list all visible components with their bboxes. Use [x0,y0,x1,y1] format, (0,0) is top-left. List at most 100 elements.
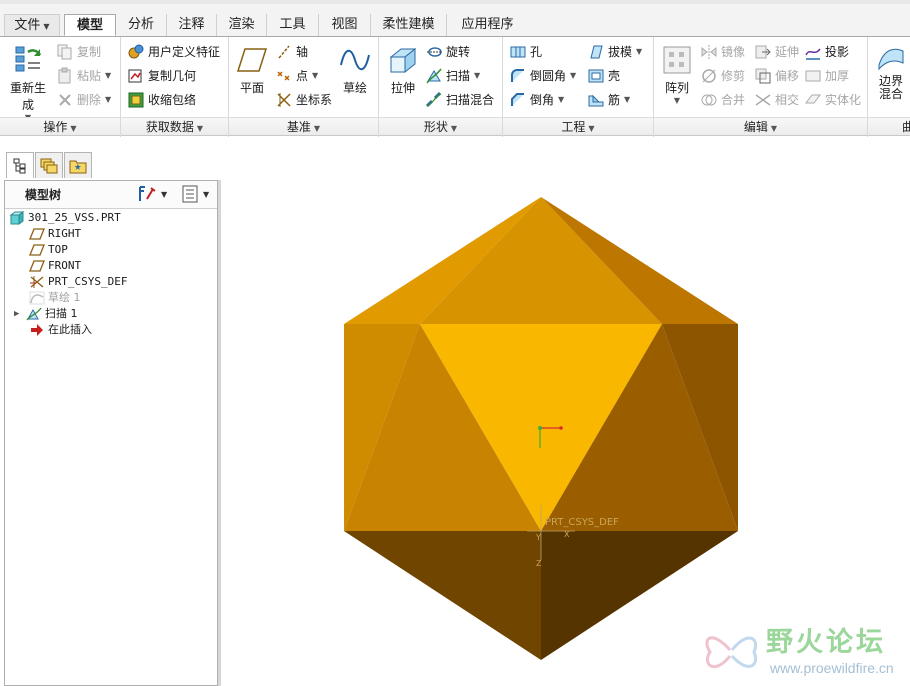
shrinkwrap-icon [128,92,144,108]
chevron-down-icon: ▼ [161,189,168,199]
rib-button[interactable]: 筋 ▼ [587,89,630,111]
navigator-tabs [0,137,220,181]
tree-item-right[interactable]: RIGHT [29,226,81,242]
boundary-blend-button[interactable]: 边界混合 [872,43,910,101]
chevron-down-icon: ▼ [474,71,481,80]
tree-item-label: RIGHT [48,227,82,240]
butterfly-logo-icon [705,636,757,669]
shell-button[interactable]: 壳 [587,65,620,87]
axis-button[interactable]: 轴 [275,41,308,63]
solidify-icon [805,94,821,104]
copy-geometry-icon [128,69,142,83]
group-datum-label[interactable]: 基准 ▼ [229,117,378,135]
draft-label: 拔模 [608,45,633,59]
group-editing-label[interactable]: 编辑 ▼ [654,117,867,135]
shrinkwrap-button[interactable]: 收缩包络 [127,89,196,111]
revolve-icon [427,47,442,57]
tab-favorites[interactable] [64,152,92,178]
tab-file[interactable]: 文件 ▼ [4,14,60,36]
tab-model[interactable]: 模型 [64,14,116,36]
udf-button[interactable]: 用户定义特征 [127,41,220,63]
forum-watermark: 野火论坛 www.proewildfire.cn [700,620,905,682]
mirror-button[interactable]: 镜像 [700,41,745,63]
csys-button[interactable]: 坐标系 [275,89,332,111]
project-button[interactable]: 投影 [804,41,849,63]
copy-geometry-button[interactable]: 复制几何 [127,65,196,87]
sketch-button[interactable]: 草绘 [337,45,373,96]
graphics-window[interactable]: PRT_CSYS_DEF X Y Z [221,137,910,686]
sketch-label: 草绘 [342,81,367,95]
chevron-down-icon: ▼ [570,71,577,80]
round-button[interactable]: 倒圆角 ▼ [509,65,576,87]
group-engineering-label[interactable]: 工程 ▼ [503,117,653,135]
tab-tools[interactable]: 工具 [266,14,318,36]
extend-button[interactable]: 延伸 [754,41,799,63]
paste-icon [58,67,71,84]
tree-item-csys[interactable]: PRT_CSYS_DEF [29,274,127,290]
group-engineering: 孔 倒圆角 ▼ 倒角 ▼ 拔模 ▼ 壳 筋 ▼ 工程 ▼ [503,37,654,137]
mirror-label: 镜像 [721,45,746,59]
tree-settings-button[interactable]: ▼ [137,185,167,203]
udf-label: 用户定义特征 [148,45,221,59]
delete-button[interactable]: 删除 ▼ [56,89,111,111]
paste-button[interactable]: 粘贴 ▼ [56,65,111,87]
tab-layers[interactable] [35,152,63,178]
csys-label: 坐标系 [296,93,333,107]
tab-analysis[interactable]: 分析 [116,14,166,36]
trim-button[interactable]: 修剪 [700,65,745,87]
group-surfaces-label[interactable]: 曲 [868,117,910,135]
chevron-down-icon: ▼ [673,96,681,105]
chamfer-button[interactable]: 倒角 ▼ [509,89,564,111]
plane-button[interactable]: 平面 [233,45,271,96]
tab-applications[interactable]: 应用程序 [446,14,528,36]
sweep-button[interactable]: 扫描 ▼ [425,65,480,87]
pattern-button[interactable]: 阵列 ▼ [658,45,696,105]
tab-annotate[interactable]: 注释 [166,14,216,36]
chevron-down-icon: ▼ [770,124,778,133]
copy-button[interactable]: 复制 [56,41,101,63]
expand-arrow-icon[interactable]: ▶ [14,306,26,322]
tab-model-tree[interactable] [6,152,34,178]
datum-plane-icon [29,260,45,272]
tab-view[interactable]: 视图 [318,14,370,36]
folder-star-icon [69,160,87,173]
tree-item-sweep[interactable]: ▶ 扫描 1 [14,306,78,322]
copy-label: 复制 [77,45,102,59]
point-button[interactable]: 点 ▼ [275,65,318,87]
tree-item-insert-here[interactable]: 在此插入 [29,322,92,338]
ribbon: 重新生成 ▼ 复制 粘贴▼ 删除▼ 操作▼ 用户定义特征 复制几何 收缩包络 [0,36,910,137]
intersect-button[interactable]: 相交 [754,89,799,111]
extrude-icon [389,47,417,74]
solidify-button[interactable]: 实体化 [804,89,861,111]
tree-item-top[interactable]: TOP [29,242,68,258]
chevron-down-icon: ▼ [105,71,112,80]
merge-button[interactable]: 合并 [700,89,745,111]
revolve-button[interactable]: 旋转 [425,41,470,63]
group-get-data-label[interactable]: 获取数据 ▼ [121,117,228,135]
tab-flexible-modeling[interactable]: 柔性建模 [370,14,446,36]
extrude-button[interactable]: 拉伸 [383,45,423,96]
datum-plane-icon [29,244,45,256]
icosahedron-model[interactable]: PRT_CSYS_DEF X Y Z [221,137,910,686]
model-face-bottom-left [344,531,541,660]
tree-item-label: TOP [48,243,68,256]
tab-render[interactable]: 渲染 [216,14,266,36]
chamfer-icon [511,93,524,106]
tree-item-sketch[interactable]: 草绘 1 [29,290,81,306]
chamfer-label: 倒角 [530,93,555,107]
offset-button[interactable]: 偏移 [754,65,799,87]
tree-item-part[interactable]: 301_25_VSS.PRT [9,210,121,226]
group-shapes-label[interactable]: 形状 ▼ [379,117,502,135]
group-operations-label[interactable]: 操作 ▼ [0,117,120,135]
draft-button[interactable]: 拔模 ▼ [587,41,642,63]
regenerate-button[interactable]: 重新生成 ▼ [6,43,50,122]
tab-view-label: 视图 [331,17,358,32]
tree-show-button[interactable]: ▼ [181,185,209,203]
swept-blend-button[interactable]: 扫描混合 [425,89,494,111]
tools-icon [139,186,156,201]
tree-item-front[interactable]: FRONT [29,258,81,274]
tab-analysis-label: 分析 [127,17,154,32]
thicken-button[interactable]: 加厚 [804,65,849,87]
extend-icon [755,45,771,59]
hole-button[interactable]: 孔 [509,41,542,63]
